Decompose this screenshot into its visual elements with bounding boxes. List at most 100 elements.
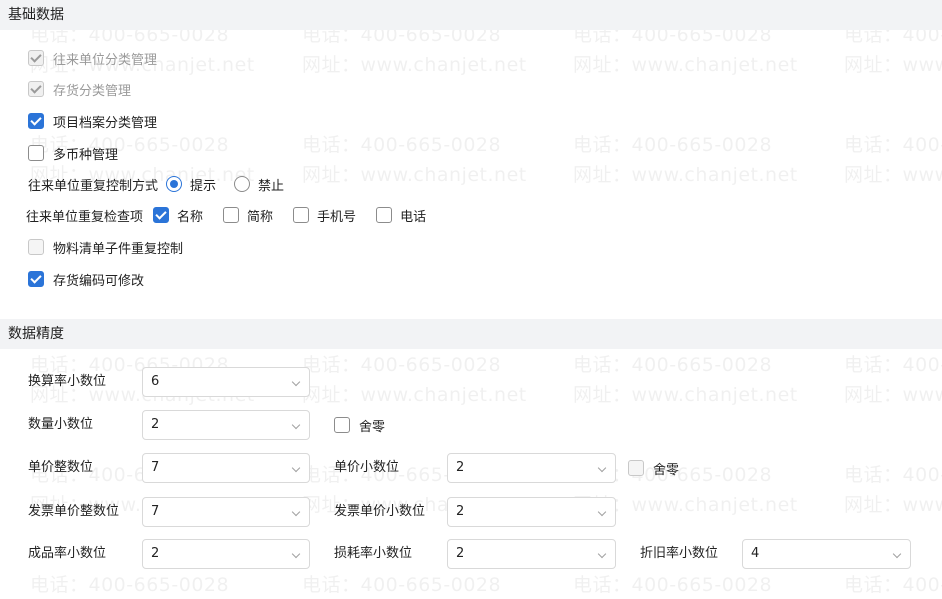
inventory-code-editable-option: 存货编码可修改 bbox=[28, 269, 144, 289]
project-category-checkbox[interactable] bbox=[28, 113, 44, 129]
partner-category-checkbox[interactable] bbox=[28, 50, 44, 66]
invoice-price-int-select[interactable]: 7 bbox=[142, 497, 310, 527]
chevron-down-icon bbox=[597, 463, 607, 473]
conversion-rate-value: 6 bbox=[151, 374, 160, 389]
chevron-down-icon bbox=[291, 549, 301, 559]
quantity-label: 数量小数位 bbox=[28, 417, 94, 432]
dup-check-short-name-label: 简称 bbox=[247, 209, 274, 225]
watermark-phone: 电话：400-665-0028 bbox=[302, 134, 502, 156]
section-title: 数据精度 bbox=[8, 326, 64, 342]
conversion-rate-label: 换算率小数位 bbox=[28, 374, 107, 389]
watermark-phone: 电话：400-665-0028 bbox=[844, 354, 942, 376]
dup-control-label: 往来单位重复控制方式 bbox=[28, 178, 159, 194]
project-category-label: 项目档案分类管理 bbox=[53, 115, 158, 131]
inventory-category-checkbox[interactable] bbox=[28, 81, 44, 97]
quantity-round-checkbox[interactable] bbox=[334, 417, 350, 433]
depreciation-rate-value: 4 bbox=[751, 546, 760, 561]
dup-control-radio-prompt[interactable] bbox=[166, 176, 183, 192]
dup-check-short-name-checkbox[interactable] bbox=[223, 207, 240, 223]
unit-price-int-select[interactable]: 7 bbox=[142, 453, 310, 483]
unit-price-round-option: 舍零 bbox=[628, 458, 679, 478]
unit-price-int-label: 单价整数位 bbox=[28, 460, 94, 475]
quantity-round-option: 舍零 bbox=[334, 415, 385, 435]
chevron-down-icon bbox=[291, 507, 301, 517]
unit-price-int-value: 7 bbox=[151, 460, 160, 475]
partner-category-label: 往来单位分类管理 bbox=[53, 52, 158, 68]
project-category-option: 项目档案分类管理 bbox=[28, 111, 157, 131]
dup-check-mobile-label: 手机号 bbox=[317, 209, 357, 225]
watermark-phone: 电话：400-665-0028 bbox=[302, 354, 502, 376]
watermark-site: 网址：www.chanjet.net bbox=[573, 164, 798, 186]
multi-currency-label: 多币种管理 bbox=[53, 147, 119, 163]
watermark-site: 网址：www.chanjet.net bbox=[302, 54, 527, 76]
multi-currency-checkbox[interactable] bbox=[28, 145, 44, 161]
quantity-round-label: 舍零 bbox=[359, 419, 386, 435]
bom-dup-option: 物料清单子件重复控制 bbox=[28, 237, 183, 257]
watermark-site: 网址：www.chanjet.net bbox=[302, 384, 527, 406]
conversion-rate-select[interactable]: 6 bbox=[142, 367, 310, 397]
dup-control-row: 往来单位重复控制方式 提示 禁止 bbox=[28, 174, 284, 194]
dup-check-mobile-checkbox[interactable] bbox=[293, 207, 310, 223]
bom-dup-checkbox[interactable] bbox=[28, 239, 44, 255]
section-header-data-precision: 数据精度 bbox=[0, 319, 942, 349]
inventory-code-editable-checkbox[interactable] bbox=[28, 271, 44, 287]
dup-control-radio-forbid[interactable] bbox=[234, 176, 251, 192]
yield-rate-label: 成品率小数位 bbox=[28, 546, 107, 561]
partner-category-option: 往来单位分类管理 bbox=[28, 48, 157, 68]
invoice-price-int-label: 发票单价整数位 bbox=[28, 504, 120, 519]
yield-rate-value: 2 bbox=[151, 546, 160, 561]
quantity-value: 2 bbox=[151, 417, 160, 432]
inventory-category-label: 存货分类管理 bbox=[53, 83, 132, 99]
inventory-code-editable-label: 存货编码可修改 bbox=[53, 273, 145, 289]
unit-price-dec-select[interactable]: 2 bbox=[447, 453, 616, 483]
invoice-price-dec-value: 2 bbox=[456, 504, 465, 519]
loss-rate-select[interactable]: 2 bbox=[447, 539, 616, 569]
watermark-site: 网址：www.chanjet.net bbox=[844, 494, 942, 516]
chevron-down-icon bbox=[892, 549, 902, 559]
watermark-site: 网址：www.chanjet.net bbox=[573, 384, 798, 406]
loss-rate-label: 损耗率小数位 bbox=[334, 546, 413, 561]
quantity-select[interactable]: 2 bbox=[142, 410, 310, 440]
bom-dup-label: 物料清单子件重复控制 bbox=[53, 241, 184, 257]
watermark-phone: 电话：400-665-0028 bbox=[302, 574, 502, 596]
invoice-price-dec-select[interactable]: 2 bbox=[447, 497, 616, 527]
unit-price-round-label: 舍零 bbox=[653, 462, 680, 478]
unit-price-round-checkbox[interactable] bbox=[628, 460, 644, 476]
dup-check-row: 往来单位重复检查项 名称 简称 手机号 电话 bbox=[26, 205, 426, 225]
unit-price-dec-label: 单价小数位 bbox=[334, 460, 400, 475]
watermark-site: 网址：www.chanjet.net bbox=[573, 54, 798, 76]
chevron-down-icon bbox=[291, 377, 301, 387]
unit-price-dec-value: 2 bbox=[456, 460, 465, 475]
invoice-price-int-value: 7 bbox=[151, 504, 160, 519]
dup-check-phone-label: 电话 bbox=[400, 209, 427, 225]
invoice-price-dec-label: 发票单价小数位 bbox=[334, 504, 426, 519]
watermark-site: 网址：www.chanjet.net bbox=[844, 384, 942, 406]
dup-check-name-checkbox[interactable] bbox=[153, 207, 170, 223]
section-header-basic-data: 基础数据 bbox=[0, 0, 942, 30]
chevron-down-icon bbox=[291, 463, 301, 473]
watermark-phone: 电话：400-665-0028 bbox=[844, 574, 942, 596]
watermark-phone: 电话：400-665-0028 bbox=[844, 464, 942, 486]
dup-control-option-forbid: 禁止 bbox=[258, 178, 285, 194]
inventory-category-option: 存货分类管理 bbox=[28, 79, 131, 99]
watermark-phone: 电话：400-665-0028 bbox=[573, 354, 773, 376]
multi-currency-option: 多币种管理 bbox=[28, 143, 118, 163]
watermark-phone: 电话：400-665-0028 bbox=[573, 134, 773, 156]
watermark-phone: 电话：400-665-0028 bbox=[573, 574, 773, 596]
yield-rate-select[interactable]: 2 bbox=[142, 539, 310, 569]
loss-rate-value: 2 bbox=[456, 546, 465, 561]
depreciation-rate-label: 折旧率小数位 bbox=[640, 546, 719, 561]
dup-control-option-prompt: 提示 bbox=[190, 178, 217, 194]
section-title: 基础数据 bbox=[8, 7, 64, 23]
dup-check-name-label: 名称 bbox=[177, 209, 204, 225]
chevron-down-icon bbox=[291, 420, 301, 430]
dup-check-phone-checkbox[interactable] bbox=[376, 207, 393, 223]
watermark-site: 网址：www.chanjet.net bbox=[844, 164, 942, 186]
watermark-phone: 电话：400-665-0028 bbox=[30, 574, 230, 596]
watermark-site: 网址：www.chanjet.net bbox=[302, 164, 527, 186]
watermark-site: 网址：www.chanjet.net bbox=[844, 54, 942, 76]
dup-check-label: 往来单位重复检查项 bbox=[26, 209, 144, 225]
chevron-down-icon bbox=[597, 549, 607, 559]
depreciation-rate-select[interactable]: 4 bbox=[742, 539, 911, 569]
watermark-phone: 电话：400-665-0028 bbox=[844, 134, 942, 156]
